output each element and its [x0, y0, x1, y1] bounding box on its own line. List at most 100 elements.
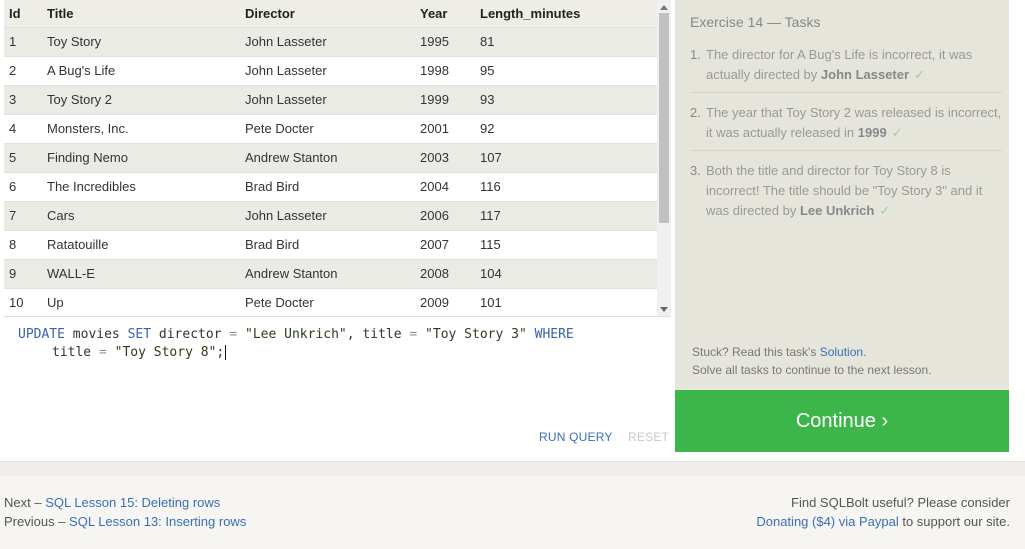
next-lesson-link[interactable]: SQL Lesson 15: Deleting rows: [45, 495, 220, 510]
cell-year: 1995: [420, 34, 449, 49]
run-query-button[interactable]: RUN QUERY: [539, 430, 613, 444]
code-token: , title: [346, 327, 410, 342]
cell-year: 2006: [420, 208, 449, 223]
code-line-1: UPDATE movies SET director = "Lee Unkric…: [18, 326, 658, 344]
cell-director: John Lasseter: [245, 92, 327, 107]
checkmark-icon: ✓: [879, 203, 891, 218]
cell-year: 2009: [420, 295, 449, 311]
task-number: 1.: [690, 47, 701, 62]
cell-length: 92: [480, 121, 495, 136]
table-row: 10 Up Pete Docter 2009 101: [4, 288, 657, 316]
scrollbar-thumb[interactable]: [659, 13, 669, 223]
results-table-container: Id Title Director Year Length_minutes 1 T…: [4, 0, 657, 316]
cell-director: Andrew Stanton: [245, 266, 338, 281]
task-answer: Lee Unkrich: [799, 203, 875, 218]
column-header-title: Title: [47, 5, 74, 21]
cell-director: John Lasseter: [245, 34, 327, 49]
cell-year: 2001: [420, 121, 449, 136]
cell-title: Up: [47, 295, 64, 311]
code-token: "Toy Story 3": [425, 327, 527, 342]
code-token: SET: [127, 327, 152, 342]
cell-title: WALL-E: [47, 266, 95, 281]
code-token: movies: [64, 327, 128, 342]
prev-prefix: Previous –: [4, 514, 70, 529]
cell-length: 115: [480, 237, 501, 252]
cell-length: 95: [480, 63, 495, 78]
cell-director: John Lasseter: [245, 208, 327, 223]
column-header-director: Director: [245, 5, 295, 21]
reset-button[interactable]: RESET: [628, 430, 669, 444]
cell-director: Brad Bird: [245, 237, 300, 252]
cell-id: 5: [9, 150, 17, 165]
cell-year: 2008: [420, 266, 449, 281]
cell-length: 107: [480, 150, 502, 165]
cell-id: 1: [9, 34, 17, 49]
table-row: 2 A Bug's Life John Lasseter 1998 95: [4, 56, 657, 85]
task-list: 1. The director for A Bug's Life is incor…: [690, 43, 1002, 236]
donate-link[interactable]: Donating ($4) via Paypal: [756, 514, 898, 529]
column-header-length: Length_minutes: [480, 5, 581, 21]
cell-year: 1999: [420, 92, 449, 107]
cell-title: Toy Story: [47, 34, 102, 49]
code-line-2: title = "Toy Story 8";: [18, 344, 658, 362]
cell-length: 81: [480, 34, 495, 49]
cell-title: Monsters, Inc.: [47, 121, 129, 136]
code-token: title: [52, 345, 99, 360]
cell-title: Ratatouille: [47, 237, 109, 252]
cell-year: 2007: [420, 237, 449, 252]
donation-note: Find SQLBolt useful? Please consider Don…: [756, 493, 1010, 531]
cell-id: 2: [9, 63, 17, 78]
checkmark-icon: ✓: [914, 67, 925, 82]
code-token: director: [151, 327, 230, 342]
code-token: ;: [216, 345, 225, 360]
cell-title: Finding Nemo: [47, 150, 128, 165]
table-scrollbar[interactable]: [657, 0, 671, 316]
cell-year: 2003: [420, 150, 449, 165]
cell-length: 101: [480, 295, 502, 311]
cell-length: 116: [480, 179, 501, 194]
cell-title: A Bug's Life: [47, 63, 116, 78]
cell-length: 93: [480, 92, 495, 107]
task-number: 2.: [690, 105, 701, 120]
table-body: 1 Toy Story John Lasseter 1995 81 2 A Bug's Li…: [4, 27, 657, 316]
cell-year: 1998: [420, 63, 449, 78]
column-header-id: Id: [9, 5, 21, 21]
sql-editor[interactable]: UPDATE movies SET director = "Lee Unkric…: [4, 316, 671, 453]
footer-divider: [0, 461, 1025, 476]
code-token: "Lee Unkrich": [245, 327, 347, 342]
cell-director: Pete Docter: [245, 121, 314, 136]
exercise-title: Exercise 14 — Tasks: [690, 14, 821, 30]
cell-id: 4: [9, 121, 17, 136]
table-row: 3 Toy Story 2 John Lasseter 1999 93: [4, 85, 657, 114]
task-text: The year that Toy Story 2 was released i…: [706, 105, 1002, 140]
solution-link[interactable]: Solution: [820, 345, 863, 359]
column-header-year: Year: [420, 5, 448, 21]
table-header-row: Id Title Director Year Length_minutes: [4, 0, 657, 27]
checkmark-icon: ✓: [891, 125, 903, 140]
scroll-down-arrow-icon[interactable]: [657, 302, 671, 316]
next-prefix: Next –: [4, 495, 46, 510]
cell-year: 2004: [420, 179, 449, 194]
lesson-navigation: Next – SQL Lesson 15: Deleting rows Prev…: [4, 493, 246, 531]
footer: Next – SQL Lesson 15: Deleting rows Prev…: [0, 476, 1025, 549]
sql-code-input[interactable]: UPDATE movies SET director = "Lee Unkric…: [18, 326, 658, 362]
code-token: UPDATE: [18, 327, 65, 342]
scroll-up-arrow-icon[interactable]: [657, 0, 671, 14]
code-token: =: [98, 345, 107, 360]
cell-director: Pete Docter: [245, 295, 314, 311]
task-answer: 1999: [857, 125, 887, 140]
continue-button[interactable]: Continue ›: [675, 390, 1009, 452]
task-number: 3.: [690, 163, 701, 178]
cell-title: Toy Story 2: [47, 92, 113, 107]
cell-id: 6: [9, 179, 17, 194]
cell-id: 10: [9, 295, 24, 311]
table-row: 4 Monsters, Inc. Pete Docter 2001 92: [4, 114, 657, 143]
cell-director: Brad Bird: [245, 179, 300, 194]
table-row: 8 Ratatouille Brad Bird 2007 115: [4, 230, 657, 259]
previous-lesson-link[interactable]: SQL Lesson 13: Inserting rows: [69, 514, 246, 529]
cell-id: 3: [9, 92, 17, 107]
code-token: =: [229, 327, 238, 342]
table-row: 9 WALL-E Andrew Stanton 2008 104: [4, 259, 657, 288]
